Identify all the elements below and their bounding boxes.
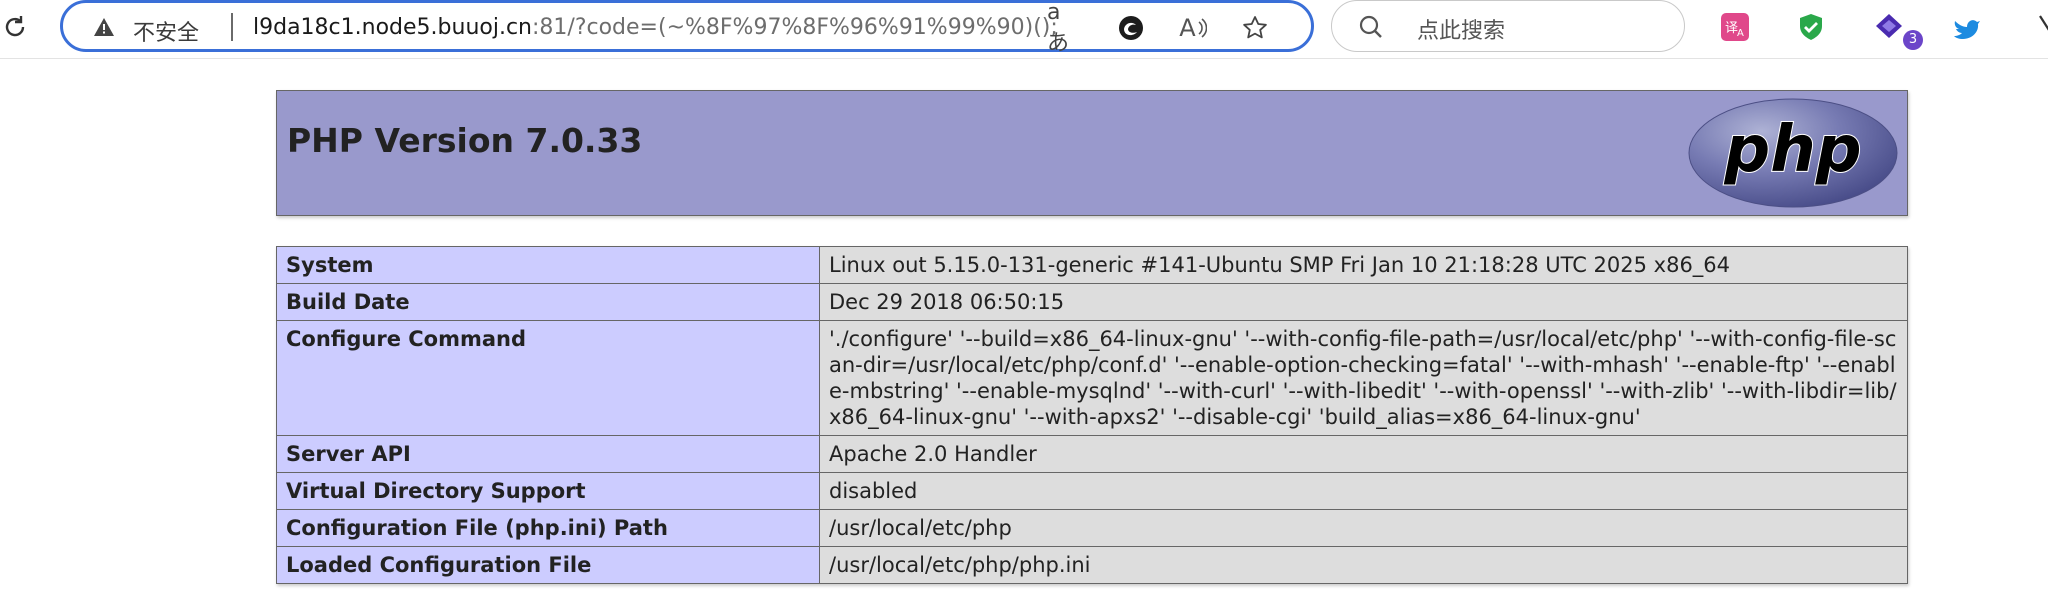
row-key: System <box>276 246 820 284</box>
row-value: /usr/local/etc/php <box>819 509 1908 547</box>
table-row: Build Date Dec 29 2018 06:50:15 <box>276 283 1908 321</box>
translate-glyph: aあ <box>1047 0 1070 56</box>
table-row: Loaded Configuration File/usr/local/etc/… <box>276 546 1908 584</box>
row-value: Apache 2.0 Handler <box>819 435 1908 473</box>
php-logo-icon[interactable]: php <box>1687 97 1899 209</box>
translate-extension-icon[interactable]: 译A <box>1718 10 1752 44</box>
row-key: Build Date <box>276 283 820 321</box>
row-value: Dec 29 2018 06:50:15 <box>819 283 1908 321</box>
php-info-table: System Linux out 5.15.0-131-generic #141-… <box>276 246 1908 584</box>
table-row: Server API Apache 2.0 Handler <box>276 435 1908 473</box>
row-key: Virtual Directory Support <box>276 472 820 510</box>
table-row: Virtual Directory Support disabled <box>276 472 1908 510</box>
address-separator <box>231 13 233 41</box>
bird-extension-icon[interactable] <box>1950 10 1984 44</box>
table-row: System Linux out 5.15.0-131-generic #141-… <box>276 246 1908 284</box>
php-version-title: PHP Version 7.0.33 <box>287 121 643 160</box>
php-version-header: PHP Version 7.0.33 php <box>276 90 1908 216</box>
edge-copilot-icon[interactable] <box>1115 12 1147 44</box>
url-path: :81/?code=(~%8F%97%8F%96%91%99%90)(); <box>532 15 1058 40</box>
table-row: Configuration File (php.ini) Path/usr/lo… <box>276 509 1908 547</box>
translate-icon[interactable]: aあ <box>1047 0 1079 56</box>
php-logo-text: php <box>1723 113 1861 187</box>
row-value: Linux out 5.15.0-131-generic #141-Ubuntu… <box>819 246 1908 284</box>
search-box[interactable]: 点此搜索 <box>1331 0 1685 52</box>
extension-badge: 3 <box>1903 30 1923 50</box>
url-host: l9da18c1.node5.buuoj.cn <box>253 15 532 40</box>
diamond-extension-icon[interactable] <box>1872 10 1906 44</box>
browser-toolbar: 不安全 l9da18c1.node5.buuoj.cn:81/?code=(~%… <box>0 0 2048 59</box>
row-key: Loaded Configuration File <box>276 546 820 584</box>
read-aloud-icon[interactable]: A <box>1177 12 1209 44</box>
row-value: /usr/local/etc/php/php.ini <box>819 546 1908 584</box>
address-bar[interactable]: 不安全 l9da18c1.node5.buuoj.cn:81/?code=(~%… <box>60 0 1314 56</box>
search-placeholder: 点此搜索 <box>1417 19 1506 44</box>
row-key: Configure Command <box>276 320 820 436</box>
table-row: Configure Command './configure' '--build=… <box>276 320 1908 436</box>
security-status-label[interactable]: 不安全 <box>133 15 199 47</box>
row-value: './configure' '--build=x86_64-linux-gnu'… <box>819 320 1908 436</box>
overflow-icon[interactable] <box>2030 10 2048 44</box>
warning-icon[interactable] <box>93 16 115 38</box>
reload-icon[interactable] <box>0 12 30 42</box>
favorite-star-icon[interactable] <box>1239 12 1271 44</box>
read-aloud-glyph: A <box>1179 14 1196 42</box>
shield-extension-icon[interactable] <box>1794 10 1828 44</box>
row-value: disabled <box>819 472 1908 510</box>
url-text[interactable]: l9da18c1.node5.buuoj.cn:81/?code=(~%8F%9… <box>253 15 1058 40</box>
search-icon <box>1358 14 1384 40</box>
svg-text:A: A <box>1737 28 1744 39</box>
row-key: Server API <box>276 435 820 473</box>
row-key: Configuration File (php.ini) Path <box>276 509 820 547</box>
